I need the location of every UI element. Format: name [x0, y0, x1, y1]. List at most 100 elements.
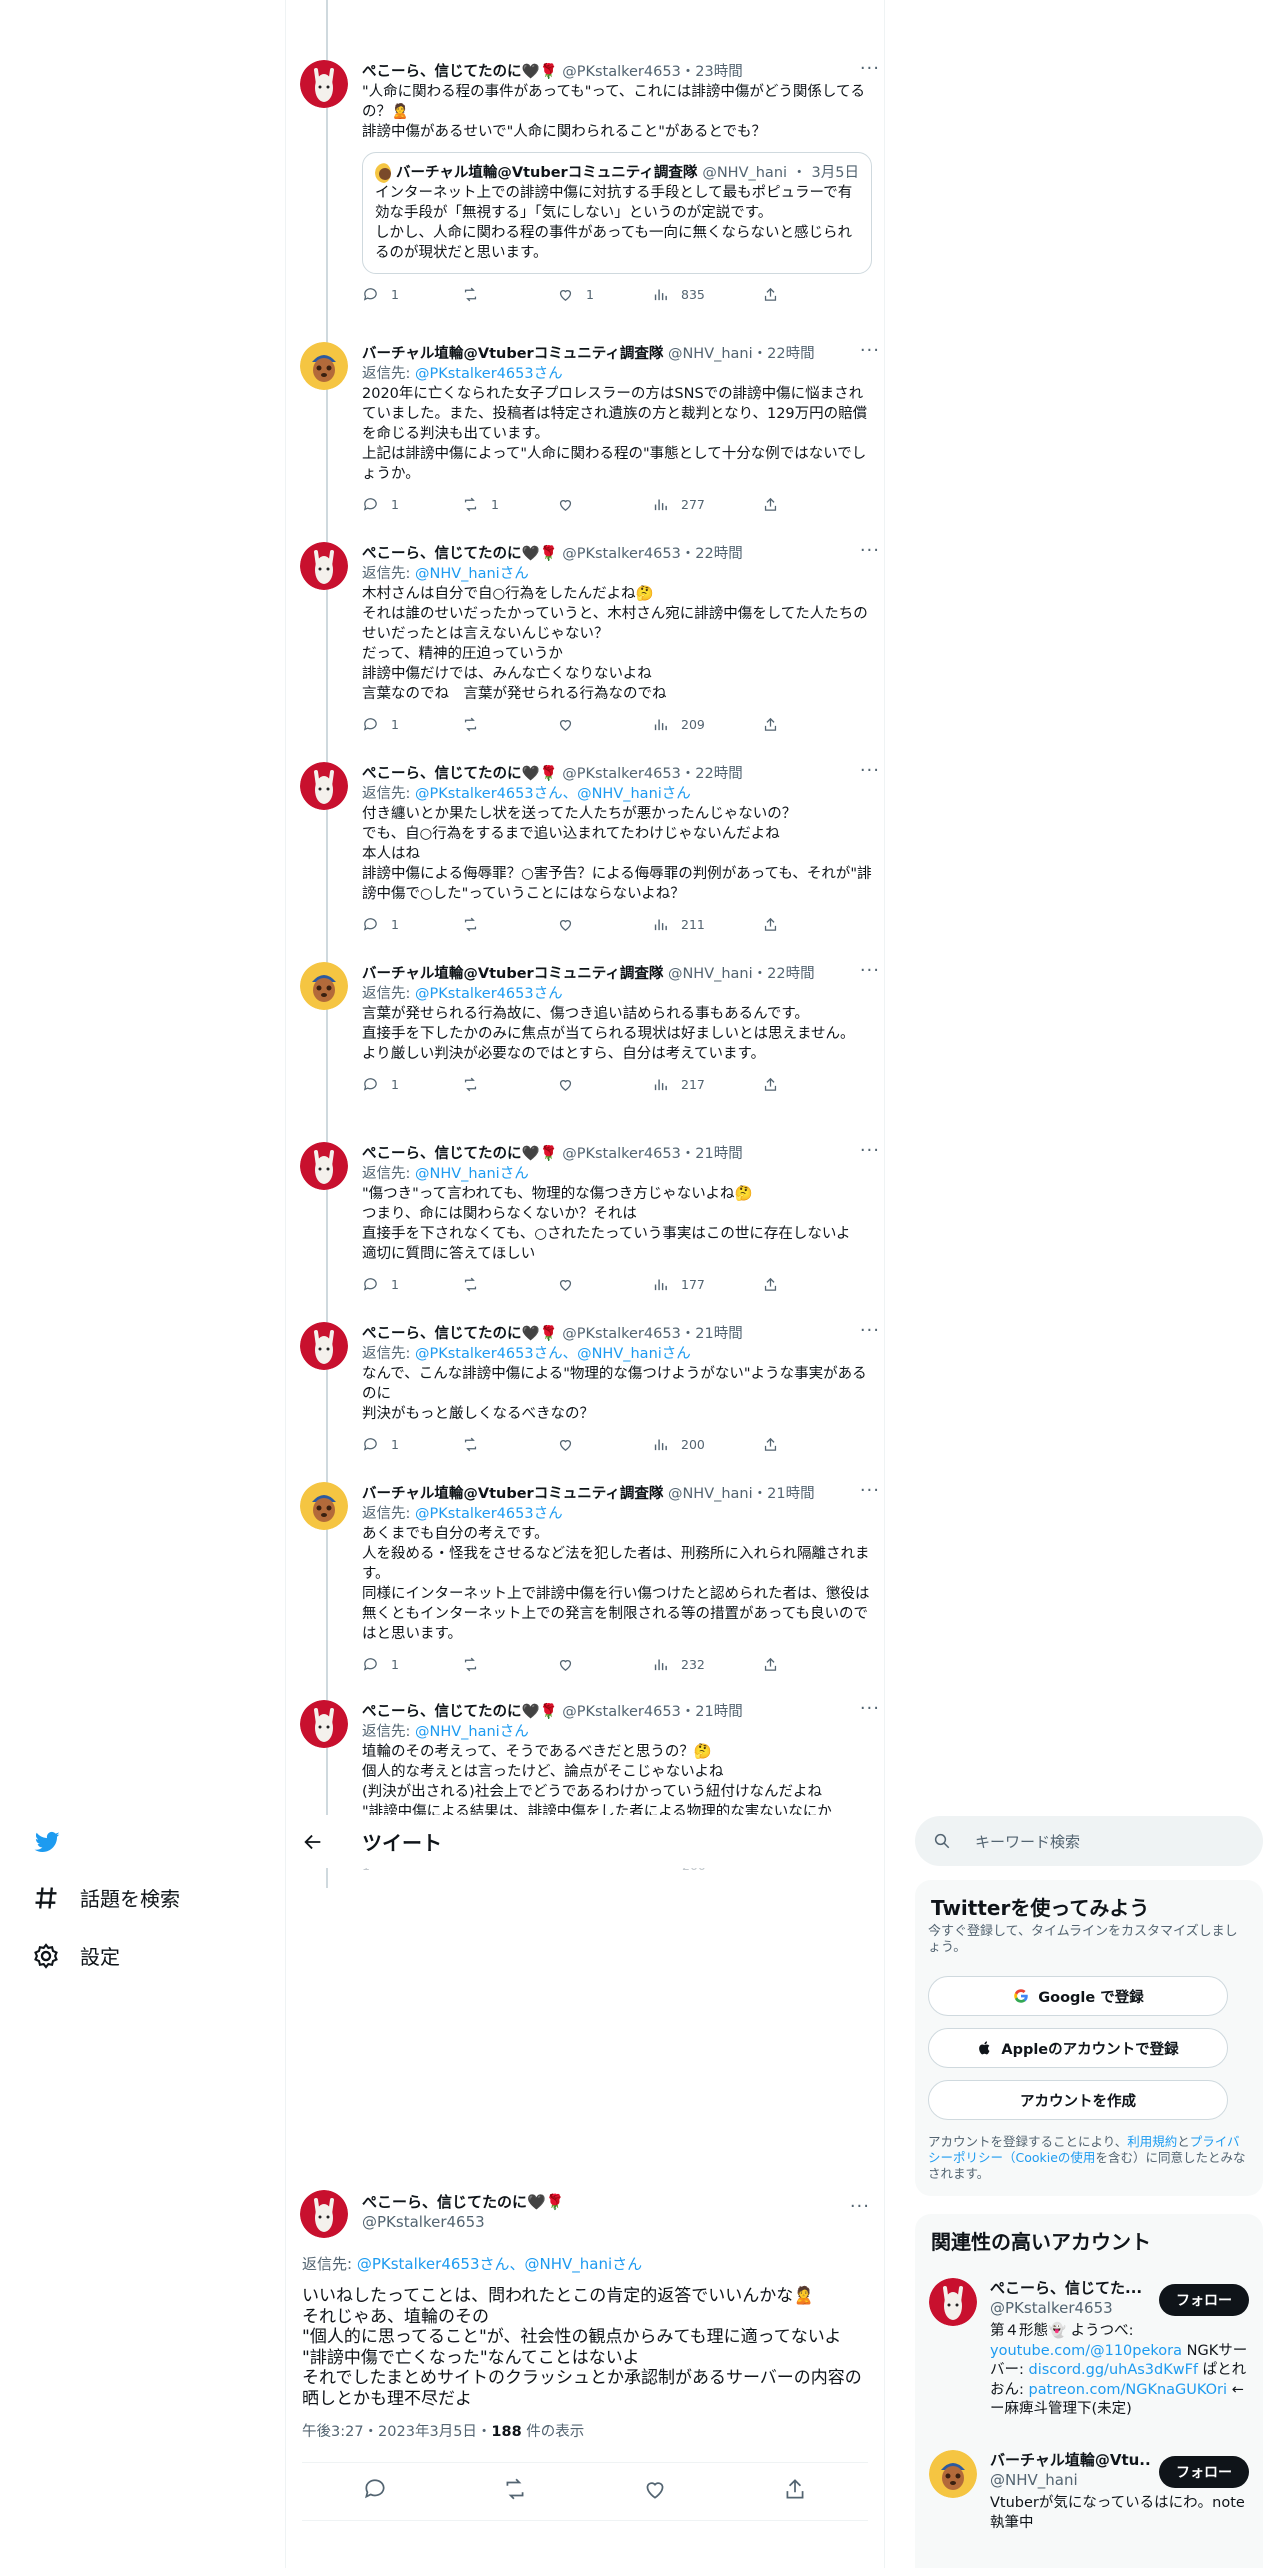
reply-button[interactable]: 1 — [362, 284, 399, 304]
more-icon[interactable]: ··· — [860, 1142, 880, 1160]
related-account-handle[interactable]: @NHV_hani — [990, 2470, 1150, 2490]
views-button[interactable]: 200 — [652, 1434, 705, 1454]
more-icon[interactable]: ··· — [850, 2198, 870, 2216]
share-button[interactable] — [762, 1654, 779, 1674]
author-handle[interactable]: @PKstalker4653 — [362, 2212, 564, 2232]
tweet-time[interactable]: 21時間 — [695, 1146, 742, 1162]
share-button[interactable] — [762, 284, 779, 304]
search-input[interactable]: キーワード検索 — [975, 1831, 1080, 1852]
reply-to-user[interactable]: @PKstalker4653さん、@NHV_haniさん — [415, 786, 691, 802]
like-button[interactable] — [557, 1274, 586, 1294]
retweet-button[interactable] — [462, 284, 491, 304]
twitter-logo-icon[interactable] — [32, 1827, 62, 1857]
share-button[interactable] — [762, 714, 779, 734]
like-button[interactable]: 1 — [557, 284, 594, 304]
terms-link[interactable]: 利用規約 — [1127, 2134, 1177, 2149]
retweet-button[interactable] — [462, 1434, 491, 1454]
author-handle[interactable]: @PKstalker4653 — [562, 1146, 681, 1162]
tweet-time[interactable]: 22時間 — [767, 966, 814, 982]
related-account-handle[interactable]: @PKstalker4653 — [990, 2298, 1150, 2318]
retweet-button[interactable] — [462, 1274, 491, 1294]
bio-link[interactable]: discord.gg/uhAs3dKwFf — [1029, 2362, 1199, 2378]
bio-link[interactable]: patreon.com/NGKnaGUKOri — [1029, 2382, 1228, 2398]
retweet-button[interactable] — [462, 714, 491, 734]
tweet-time[interactable]: 22時間 — [695, 546, 742, 562]
share-button[interactable] — [762, 1274, 779, 1294]
reply-to-user[interactable]: @PKstalker4653さん、@NHV_haniさん — [415, 1346, 691, 1362]
avatar-pekora[interactable] — [300, 2190, 348, 2238]
more-icon[interactable]: ··· — [860, 962, 880, 980]
views-button[interactable]: 835 — [652, 284, 705, 304]
reply-to-user[interactable]: @NHV_haniさん — [415, 1166, 529, 1182]
reply-to-user[interactable]: @PKstalker4653さん — [415, 986, 563, 1002]
share-button[interactable] — [762, 1074, 779, 1094]
avatar-pekora[interactable] — [300, 60, 348, 108]
retweet-button[interactable] — [462, 1654, 491, 1674]
author-handle[interactable]: @PKstalker4653 — [562, 1326, 681, 1342]
avatar-hani[interactable] — [300, 962, 348, 1010]
reply-button[interactable]: 1 — [362, 1434, 399, 1454]
author-handle[interactable]: @PKstalker4653 — [562, 766, 681, 782]
avatar-pekora[interactable] — [929, 2278, 977, 2326]
author-name[interactable]: ぺこーら、信じてたのに🖤🌹 — [362, 1146, 558, 1162]
views-button[interactable]: 217 — [652, 1074, 705, 1094]
more-icon[interactable]: ··· — [860, 1482, 880, 1500]
retweet-icon[interactable] — [502, 2476, 528, 2502]
related-account-name[interactable]: バーチャル埴輪@Vtu... — [990, 2450, 1150, 2470]
author-name[interactable]: ぺこーら、信じてたのに🖤🌹 — [362, 546, 558, 562]
reply-icon[interactable] — [362, 2476, 388, 2502]
like-button[interactable] — [557, 1434, 586, 1454]
related-account[interactable]: バーチャル埴輪@Vtu... @NHV_hani フォロー Vtuberが気にな… — [915, 2442, 1263, 2552]
views-button[interactable]: 277 — [652, 494, 705, 514]
views-button[interactable]: 211 — [652, 914, 705, 934]
reply-to-user[interactable]: @NHV_haniさん — [415, 1724, 529, 1740]
reply-button[interactable]: 1 — [362, 1274, 399, 1294]
more-icon[interactable]: ··· — [860, 60, 880, 78]
author-handle[interactable]: @NHV_hani — [668, 966, 753, 982]
more-icon[interactable]: ··· — [860, 1322, 880, 1340]
tweet-time[interactable]: 22時間 — [767, 346, 814, 362]
like-button[interactable] — [557, 914, 586, 934]
tweet-timestamp[interactable]: 午後3:27・2023年3月5日・ — [302, 2424, 491, 2440]
author-name[interactable]: ぺこーら、信じてたのに🖤🌹 — [362, 2192, 564, 2212]
tweet-time[interactable]: 21時間 — [767, 1486, 814, 1502]
avatar-pekora[interactable] — [300, 1700, 348, 1748]
avatar-pekora[interactable] — [300, 762, 348, 810]
avatar-pekora[interactable] — [300, 1322, 348, 1370]
reply-button[interactable]: 1 — [362, 914, 399, 934]
follow-button[interactable]: フォロー — [1159, 2456, 1249, 2488]
create-account-button[interactable]: アカウントを作成 — [928, 2080, 1228, 2120]
author-handle[interactable]: @NHV_hani — [668, 346, 753, 362]
share-button[interactable] — [762, 1434, 779, 1454]
related-account[interactable]: ぺこーら、信じてた... @PKstalker4653 フォロー 第４形態👻 よ… — [915, 2270, 1263, 2430]
nav-explore[interactable]: 話題を検索 — [32, 1883, 180, 1912]
reply-button[interactable]: 1 — [362, 714, 399, 734]
avatar-hani[interactable] — [929, 2450, 977, 2498]
author-handle[interactable]: @PKstalker4653 — [562, 1704, 681, 1720]
reply-button[interactable]: 1 — [362, 1654, 399, 1674]
share-button[interactable] — [762, 494, 779, 514]
avatar-pekora[interactable] — [300, 542, 348, 590]
quoted-tweet[interactable]: バーチャル埴輪@Vtuberコミュニティ調査隊 @NHV_hani ・ 3月5日 イン… — [362, 152, 872, 274]
tweet-time[interactable]: 21時間 — [695, 1326, 742, 1342]
retweet-button[interactable] — [462, 914, 491, 934]
like-button[interactable] — [557, 1074, 586, 1094]
reply-to-user[interactable]: @PKstalker4653さん、@NHV_haniさん — [357, 2255, 642, 2273]
more-icon[interactable]: ··· — [860, 762, 880, 780]
reply-to-user[interactable]: @PKstalker4653さん — [415, 1506, 563, 1522]
like-button[interactable] — [557, 494, 586, 514]
reply-to-user[interactable]: @PKstalker4653さん — [415, 366, 563, 382]
tweet-time[interactable]: 21時間 — [695, 1704, 742, 1720]
author-handle[interactable]: @NHV_hani — [668, 1486, 753, 1502]
bio-link[interactable]: youtube.com/@110pekora — [990, 2343, 1182, 2359]
share-icon[interactable] — [782, 2476, 808, 2502]
tweet-time[interactable]: 23時間 — [695, 64, 742, 80]
author-handle[interactable]: @PKstalker4653 — [562, 546, 681, 562]
like-button[interactable] — [557, 1654, 586, 1674]
apple-signup-button[interactable]: Appleのアカウントで登録 — [928, 2028, 1228, 2068]
related-account-name[interactable]: ぺこーら、信じてた... — [990, 2278, 1150, 2298]
author-name[interactable]: バーチャル埴輪@Vtuberコミュニティ調査隊 — [362, 1486, 663, 1502]
more-icon[interactable]: ··· — [860, 1700, 880, 1718]
author-name[interactable]: ぺこーら、信じてたのに🖤🌹 — [362, 1326, 558, 1342]
nav-settings[interactable]: 設定 — [32, 1941, 120, 1970]
